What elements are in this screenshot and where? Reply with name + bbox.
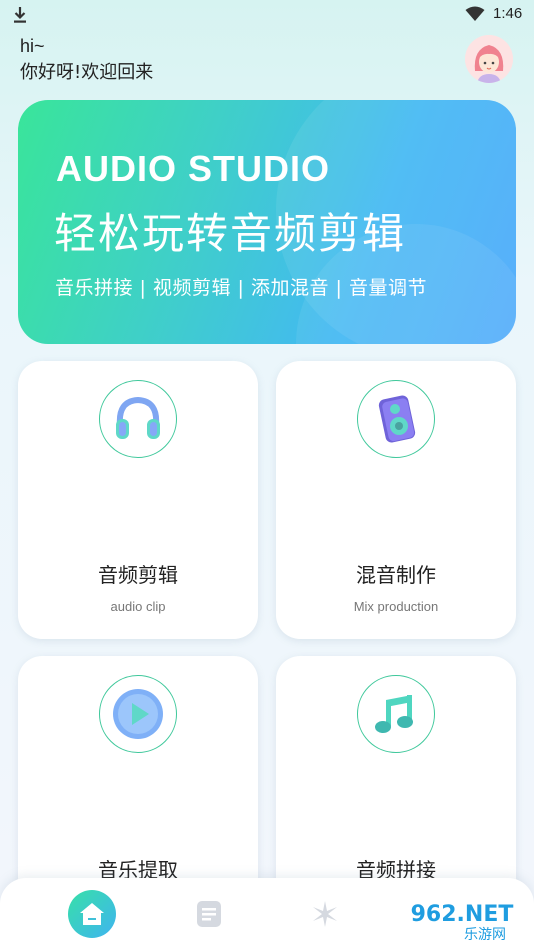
sparkle-icon[interactable] [311,900,339,928]
document-icon[interactable] [196,900,222,928]
play-icon [113,689,163,739]
home-icon [80,903,104,925]
icon-ring [99,380,177,458]
status-time: 1:46 [493,5,523,22]
greeting-welcome: 你好呀!欢迎回来 [20,62,154,83]
icon-ring [357,380,435,458]
card-subtitle: Mix production [353,599,439,614]
promo-banner[interactable]: AUDIO STUDIO 轻松玩转音频剪辑 音乐拼接 | 视频剪辑 | 添加混音… [18,100,516,344]
card-mix-production[interactable]: 混音制作 Mix production [276,361,516,639]
music-note-icon [375,695,413,733]
speaker-icon [378,395,416,443]
avatar-girl-icon [465,35,513,83]
card-title: 音频剪辑 [98,563,178,587]
nav-home-button[interactable] [68,890,116,938]
card-title: 混音制作 [356,563,436,587]
icon-ring [357,675,435,753]
icon-ring [99,675,177,753]
card-subtitle: audio clip [110,599,166,614]
card-audio-clip[interactable]: 音频剪辑 audio clip [18,361,258,639]
watermark-top-text: 962.NET [411,902,514,927]
watermark-bottom-text: 乐游网 [464,927,506,943]
banner-title: AUDIO STUDIO [56,148,331,189]
download-icon [14,7,26,23]
banner-tags: 音乐拼接 | 视频剪辑 | 添加混音 | 音量调节 [55,277,427,299]
banner-subtitle: 轻松玩转音频剪辑 [54,209,407,258]
watermark-logo: 962.NET 乐游网 [393,897,531,945]
avatar[interactable] [465,35,513,83]
greeting-hi: hi~ [20,36,45,56]
headphones-icon [116,396,160,439]
wifi-icon [465,6,485,21]
status-bar: 1:46 [0,0,534,30]
